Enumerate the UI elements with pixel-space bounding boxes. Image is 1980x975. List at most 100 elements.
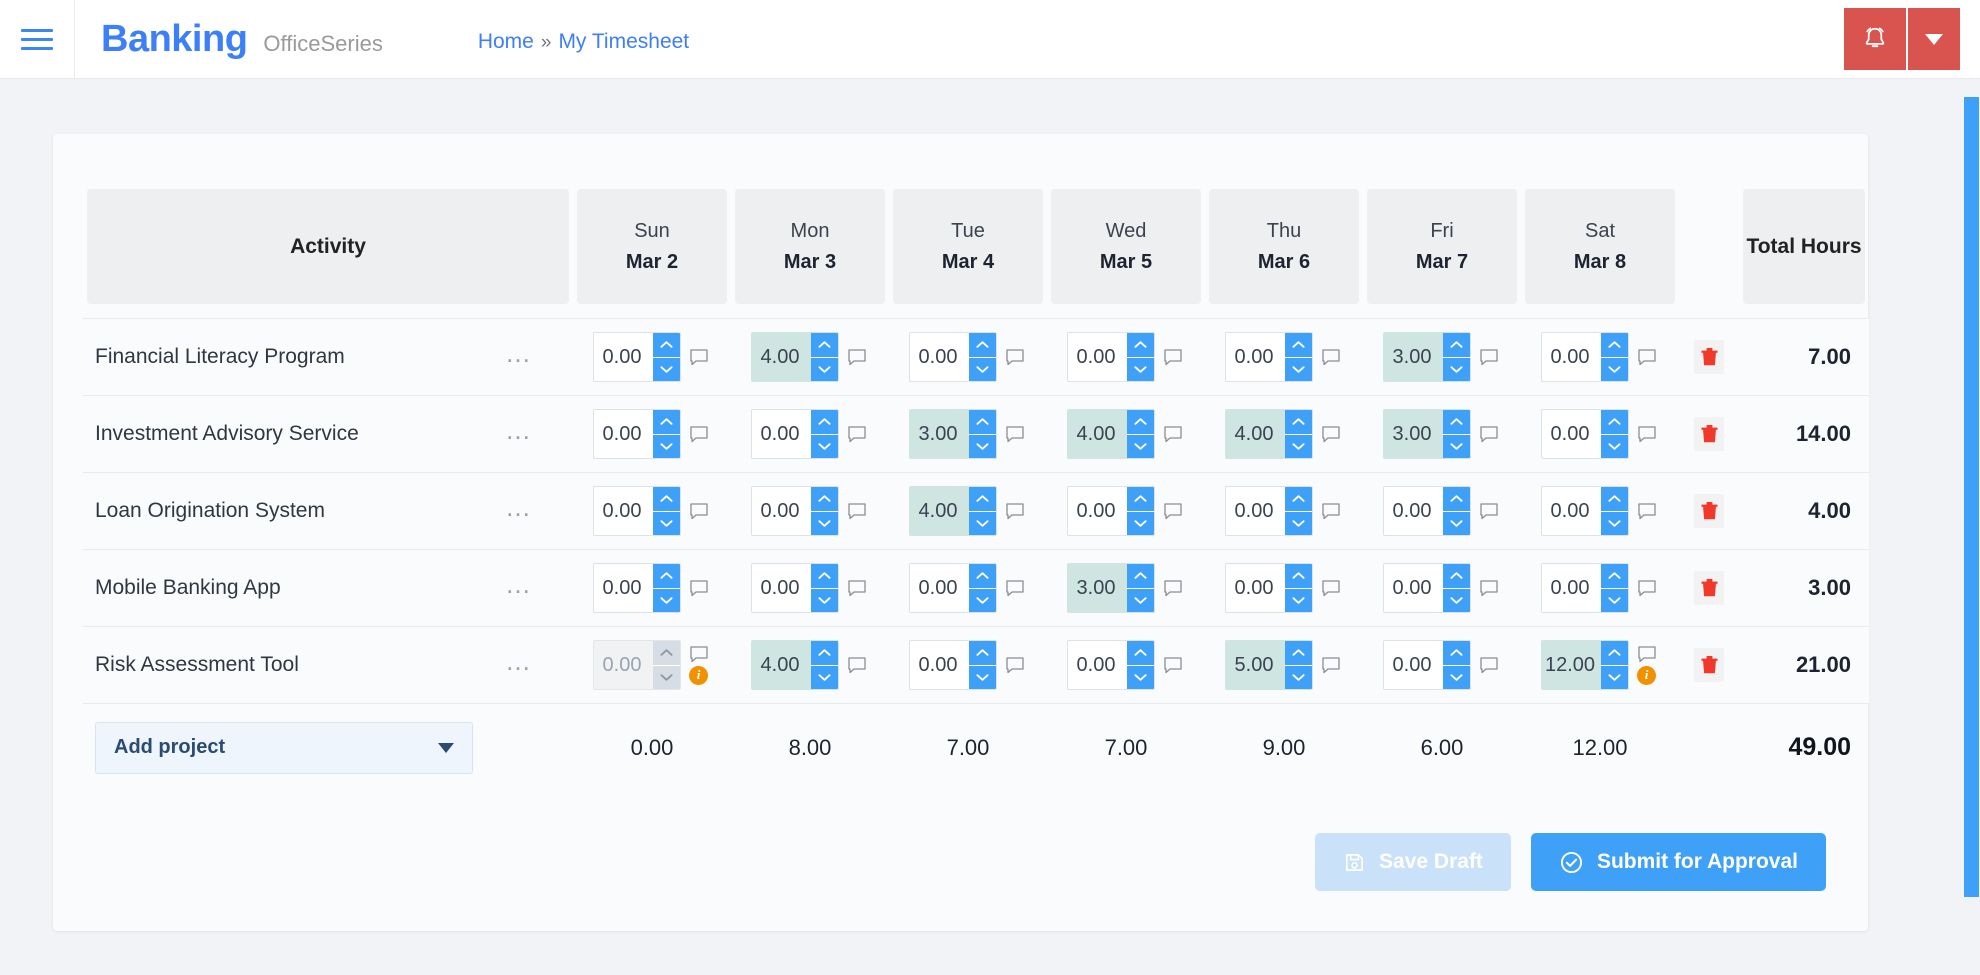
comment-icon[interactable] xyxy=(689,579,708,597)
spinner-up-icon[interactable] xyxy=(652,333,680,358)
hours-input-group[interactable]: 0.00 xyxy=(908,332,997,382)
comment-icon[interactable] xyxy=(847,579,866,597)
row-menu-icon[interactable]: … xyxy=(505,417,533,443)
comment-icon[interactable] xyxy=(847,656,866,674)
hours-input[interactable]: 4.00 xyxy=(752,333,811,381)
comment-icon[interactable] xyxy=(1637,645,1656,663)
spinner-down-icon[interactable] xyxy=(810,665,838,689)
submit-for-approval-button[interactable]: Submit for Approval xyxy=(1530,833,1826,891)
hours-input[interactable]: 12.00 xyxy=(1542,641,1601,689)
spinner-up-icon[interactable] xyxy=(1284,333,1312,358)
comment-icon[interactable] xyxy=(847,502,866,520)
spinner-down-icon[interactable] xyxy=(652,588,680,612)
spinner-up-icon[interactable] xyxy=(1126,487,1154,512)
hours-input[interactable]: 0.00 xyxy=(752,564,811,612)
spinner-up-icon[interactable] xyxy=(1126,333,1154,358)
hours-input-group[interactable]: 4.00 xyxy=(1224,409,1313,459)
notification-dropdown-button[interactable] xyxy=(1906,8,1960,70)
hours-input-group[interactable]: 0.00 xyxy=(592,563,681,613)
hours-input-group[interactable]: 3.00 xyxy=(1382,409,1471,459)
hamburger-icon[interactable] xyxy=(21,28,53,50)
comment-icon[interactable] xyxy=(847,425,866,443)
spinner-up-icon[interactable] xyxy=(652,564,680,589)
comment-icon[interactable] xyxy=(1005,502,1024,520)
spinner-up-icon[interactable] xyxy=(1126,641,1154,666)
spinner-down-icon[interactable] xyxy=(1126,511,1154,535)
hours-input[interactable]: 0.00 xyxy=(752,487,811,535)
row-menu-icon[interactable]: … xyxy=(505,494,533,520)
spinner-down-icon[interactable] xyxy=(1126,357,1154,381)
comment-icon[interactable] xyxy=(1005,348,1024,366)
hours-input-group[interactable]: 0.00 xyxy=(1382,563,1471,613)
hours-input[interactable]: 3.00 xyxy=(1068,564,1127,612)
row-menu-icon[interactable]: … xyxy=(505,340,533,366)
hours-input[interactable]: 0.00 xyxy=(594,564,653,612)
comment-icon[interactable] xyxy=(1479,425,1498,443)
spinner-down-icon[interactable] xyxy=(810,357,838,381)
spinner-up-icon[interactable] xyxy=(968,564,996,589)
spinner-up-icon[interactable] xyxy=(1600,487,1628,512)
hours-input[interactable]: 5.00 xyxy=(1226,641,1285,689)
spinner-up-icon[interactable] xyxy=(810,564,838,589)
hours-input-group[interactable]: 0.00 xyxy=(1540,332,1629,382)
hours-input-group[interactable]: 0.00 xyxy=(1540,486,1629,536)
comment-icon[interactable] xyxy=(689,348,708,366)
spinner-down-icon[interactable] xyxy=(1284,665,1312,689)
comment-icon[interactable] xyxy=(1637,425,1656,443)
hours-input-group[interactable]: 0.00 xyxy=(592,409,681,459)
add-project-dropdown[interactable]: Add project xyxy=(95,721,473,774)
spinner-down-icon[interactable] xyxy=(652,511,680,535)
hours-input[interactable]: 0.00 xyxy=(910,333,969,381)
spinner-up-icon[interactable] xyxy=(968,333,996,358)
hours-input[interactable]: 0.00 xyxy=(1384,564,1443,612)
comment-icon[interactable] xyxy=(689,645,708,663)
comment-icon[interactable] xyxy=(1163,348,1182,366)
delete-row-button[interactable] xyxy=(1694,417,1724,451)
info-badge-icon[interactable]: i xyxy=(689,665,708,685)
hours-input-group[interactable]: 5.00 xyxy=(1224,640,1313,690)
row-menu-icon[interactable]: … xyxy=(505,571,533,597)
hours-input-group[interactable]: 0.00 xyxy=(1224,332,1313,382)
hours-input-group[interactable]: 0.00 xyxy=(1066,486,1155,536)
spinner-up-icon[interactable] xyxy=(1442,641,1470,666)
hours-input[interactable]: 0.00 xyxy=(910,564,969,612)
row-menu-icon[interactable]: … xyxy=(505,648,533,674)
spinner-up-icon[interactable] xyxy=(1284,641,1312,666)
spinner-up-icon[interactable] xyxy=(1442,487,1470,512)
hours-input[interactable]: 0.00 xyxy=(1542,564,1601,612)
hours-input[interactable]: 0.00 xyxy=(594,641,653,689)
comment-icon[interactable] xyxy=(1005,579,1024,597)
comment-icon[interactable] xyxy=(1005,656,1024,674)
spinner-down-icon[interactable] xyxy=(1600,665,1628,689)
hours-input-group[interactable]: 4.00 xyxy=(750,640,839,690)
spinner-up-icon[interactable] xyxy=(1442,564,1470,589)
save-draft-button[interactable]: Save Draft xyxy=(1315,833,1511,891)
spinner-down-icon[interactable] xyxy=(810,434,838,458)
hours-input[interactable]: 4.00 xyxy=(1226,410,1285,458)
spinner-down-icon[interactable] xyxy=(810,511,838,535)
spinner-up-icon[interactable] xyxy=(968,410,996,435)
spinner-up-icon[interactable] xyxy=(1442,410,1470,435)
spinner-down-icon[interactable] xyxy=(968,588,996,612)
hours-input[interactable]: 0.00 xyxy=(1226,564,1285,612)
vertical-scrollbar-thumb[interactable] xyxy=(1964,97,1979,897)
hours-input[interactable]: 0.00 xyxy=(1068,641,1127,689)
hours-input-group[interactable]: 0.00 xyxy=(1382,640,1471,690)
spinner-up-icon[interactable] xyxy=(810,487,838,512)
spinner-down-icon[interactable] xyxy=(968,357,996,381)
comment-icon[interactable] xyxy=(847,348,866,366)
spinner-down-icon[interactable] xyxy=(652,357,680,381)
spinner-up-icon[interactable] xyxy=(1600,564,1628,589)
spinner-down-icon[interactable] xyxy=(1126,588,1154,612)
spinner-down-icon[interactable] xyxy=(1442,434,1470,458)
hours-input[interactable]: 0.00 xyxy=(1068,333,1127,381)
hours-input[interactable]: 0.00 xyxy=(594,487,653,535)
comment-icon[interactable] xyxy=(1321,579,1340,597)
comment-icon[interactable] xyxy=(1479,502,1498,520)
delete-row-button[interactable] xyxy=(1694,494,1724,528)
spinner-up-icon[interactable] xyxy=(1284,487,1312,512)
spinner-down-icon[interactable] xyxy=(1126,434,1154,458)
spinner-up-icon[interactable] xyxy=(1284,410,1312,435)
breadcrumb-my-timesheet[interactable]: My Timesheet xyxy=(558,30,689,54)
hours-input-group[interactable]: 0.00 xyxy=(1382,486,1471,536)
